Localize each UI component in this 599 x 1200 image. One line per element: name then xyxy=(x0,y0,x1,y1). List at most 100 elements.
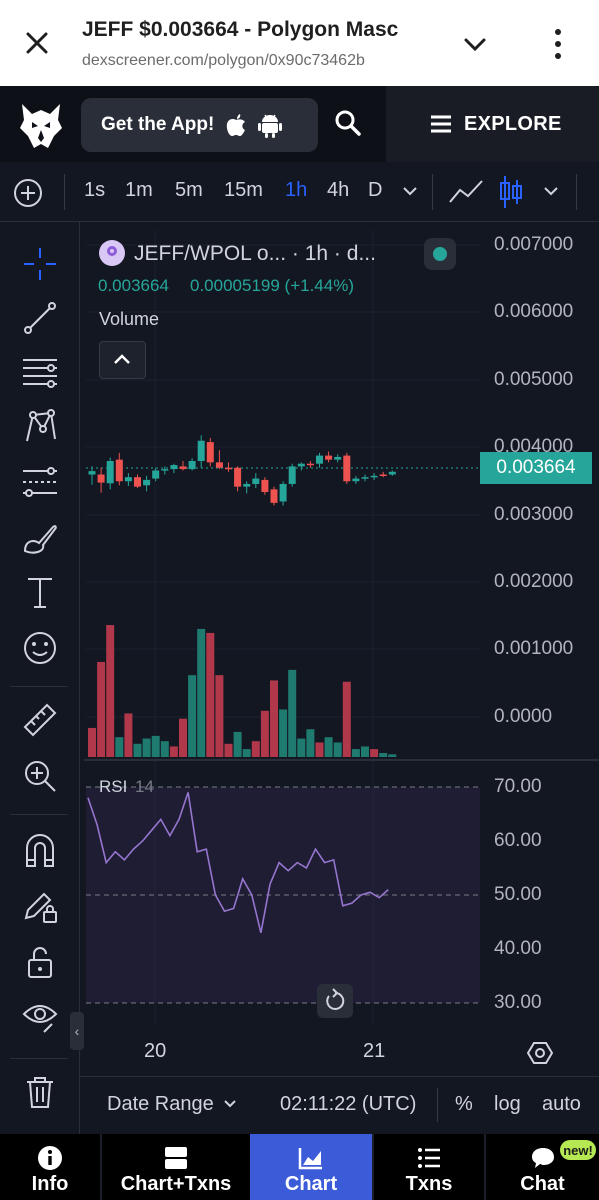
rsi-tick: 40.00 xyxy=(494,938,542,959)
fib-retracement-icon xyxy=(23,359,57,388)
nav-chat-label: Chat xyxy=(520,1173,565,1195)
toolbar-divider xyxy=(432,174,433,210)
lock-drawings-tool[interactable] xyxy=(18,884,62,928)
explore-label: EXPLORE xyxy=(464,112,562,135)
info-icon xyxy=(38,1146,62,1170)
android-icon xyxy=(258,114,283,138)
reset-icon xyxy=(326,988,345,1010)
collapse-legend-button[interactable] xyxy=(99,341,146,379)
rsi-length: 14 xyxy=(135,777,154,796)
forecast-icon xyxy=(23,467,57,497)
crosshair-tool[interactable] xyxy=(18,242,62,286)
chart-icon xyxy=(298,1148,322,1170)
pattern-icon xyxy=(26,409,56,442)
date-range-chevron-icon[interactable] xyxy=(223,1099,237,1109)
get-app-label: Get the App! xyxy=(101,114,215,135)
rsi-tick: 70.00 xyxy=(494,776,542,797)
timeframe-1s[interactable]: 1s xyxy=(84,179,105,202)
x-tick: 21 xyxy=(363,1040,386,1062)
x-tick: 20 xyxy=(144,1040,167,1062)
tool-divider xyxy=(10,1058,68,1059)
token-avatar-icon xyxy=(99,240,125,266)
magnet-tool[interactable] xyxy=(18,828,62,872)
reset-chart-button[interactable] xyxy=(317,984,353,1018)
candlestick-type-icon[interactable] xyxy=(498,174,524,210)
volume-label[interactable]: Volume xyxy=(99,309,159,330)
indicators-icon[interactable] xyxy=(448,178,484,206)
get-the-app-button[interactable]: Get the App! xyxy=(81,98,318,152)
rsi-title[interactable]: RSI xyxy=(99,777,127,797)
trash-icon xyxy=(27,1077,53,1108)
menu-icon xyxy=(431,115,451,133)
price-tick: 0.005000 xyxy=(494,369,574,390)
timeframe-1h[interactable]: 1h xyxy=(285,179,307,202)
page-title: JEFF $0.003664 - Polygon Masc xyxy=(82,18,399,41)
auto-toggle[interactable]: auto xyxy=(542,1093,581,1116)
emoji-tool[interactable] xyxy=(18,626,62,670)
more-options-icon[interactable] xyxy=(548,26,568,62)
nav-chart[interactable]: Chart xyxy=(250,1134,372,1200)
nav-txns[interactable]: Txns xyxy=(374,1134,484,1200)
explore-button[interactable]: EXPLORE xyxy=(386,86,599,162)
search-icon[interactable] xyxy=(333,108,363,138)
rsi-tick: 50.00 xyxy=(494,884,542,905)
brush-tool[interactable] xyxy=(18,516,62,560)
crosshair-icon xyxy=(24,248,56,280)
toolbar-divider xyxy=(576,174,577,210)
timeframe-1m[interactable]: 1m xyxy=(125,179,153,202)
legend-price: 0.003664 xyxy=(98,276,169,295)
text-tool[interactable] xyxy=(18,570,62,614)
nav-info[interactable]: Info xyxy=(0,1134,100,1200)
collapse-toolbar-button[interactable]: ‹ xyxy=(70,1012,84,1050)
new-badge: new! xyxy=(560,1140,596,1160)
trend-line-icon xyxy=(24,302,56,334)
visibility-tool[interactable] xyxy=(18,996,62,1040)
nav-chart-txns[interactable]: Chart+Txns xyxy=(102,1134,250,1200)
date-range-button[interactable]: Date Range xyxy=(107,1093,214,1116)
dexscreener-logo-icon[interactable] xyxy=(18,100,64,152)
chart-settings-icon[interactable] xyxy=(527,1040,553,1066)
measure-tool[interactable] xyxy=(18,698,62,742)
delete-tool[interactable] xyxy=(18,1070,62,1114)
browser-bar xyxy=(0,0,599,86)
brush-icon xyxy=(23,525,57,554)
forecast-tool[interactable] xyxy=(18,460,62,504)
unlock-icon xyxy=(28,947,52,978)
timeframe-dropdown-icon[interactable] xyxy=(402,185,418,197)
tool-divider xyxy=(10,686,68,687)
toolbar-divider xyxy=(64,174,65,210)
pencil-lock-icon xyxy=(24,892,57,923)
pattern-tool[interactable] xyxy=(18,404,62,448)
emoji-icon xyxy=(24,632,56,664)
rsi-tick: 60.00 xyxy=(494,830,542,851)
zoom-tool[interactable] xyxy=(18,754,62,798)
close-icon[interactable] xyxy=(22,28,52,58)
ruler-icon xyxy=(23,703,57,737)
unlock-tool[interactable] xyxy=(18,940,62,984)
current-price-tag: 0.003664 xyxy=(480,452,592,484)
pair-title[interactable]: JEFF/WPOL o... · 1h · d... xyxy=(134,242,376,266)
price-tick: 0.007000 xyxy=(494,234,574,255)
log-toggle[interactable]: log xyxy=(494,1093,521,1116)
timeframe-4h[interactable]: 4h xyxy=(327,179,349,202)
fib-tool[interactable] xyxy=(18,350,62,394)
chart-type-dropdown-icon[interactable] xyxy=(543,185,559,197)
nav-txns-label: Txns xyxy=(405,1173,453,1195)
chevron-down-icon[interactable] xyxy=(462,32,488,58)
chat-icon xyxy=(531,1148,554,1168)
timeframe-15m[interactable]: 15m xyxy=(224,179,263,202)
eye-icon xyxy=(22,1005,58,1033)
price-tick: 0.003000 xyxy=(494,504,574,525)
price-tick: 0.002000 xyxy=(494,571,574,592)
price-tick: 0.0000 xyxy=(494,706,553,727)
trend-line-tool[interactable] xyxy=(18,296,62,340)
add-symbol-icon[interactable] xyxy=(12,177,44,209)
percent-toggle[interactable]: % xyxy=(455,1093,473,1116)
page-url: dexscreener.com/polygon/0x90c73462b xyxy=(82,52,365,69)
price-tick: 0.001000 xyxy=(494,638,574,659)
timeframe-d[interactable]: D xyxy=(368,179,382,202)
market-status-badge[interactable] xyxy=(424,238,456,270)
utc-time[interactable]: 02:11:22 (UTC) xyxy=(280,1093,416,1116)
timeframe-5m[interactable]: 5m xyxy=(175,179,203,202)
legend-change: 0.00005199 (+1.44%) xyxy=(190,276,354,295)
